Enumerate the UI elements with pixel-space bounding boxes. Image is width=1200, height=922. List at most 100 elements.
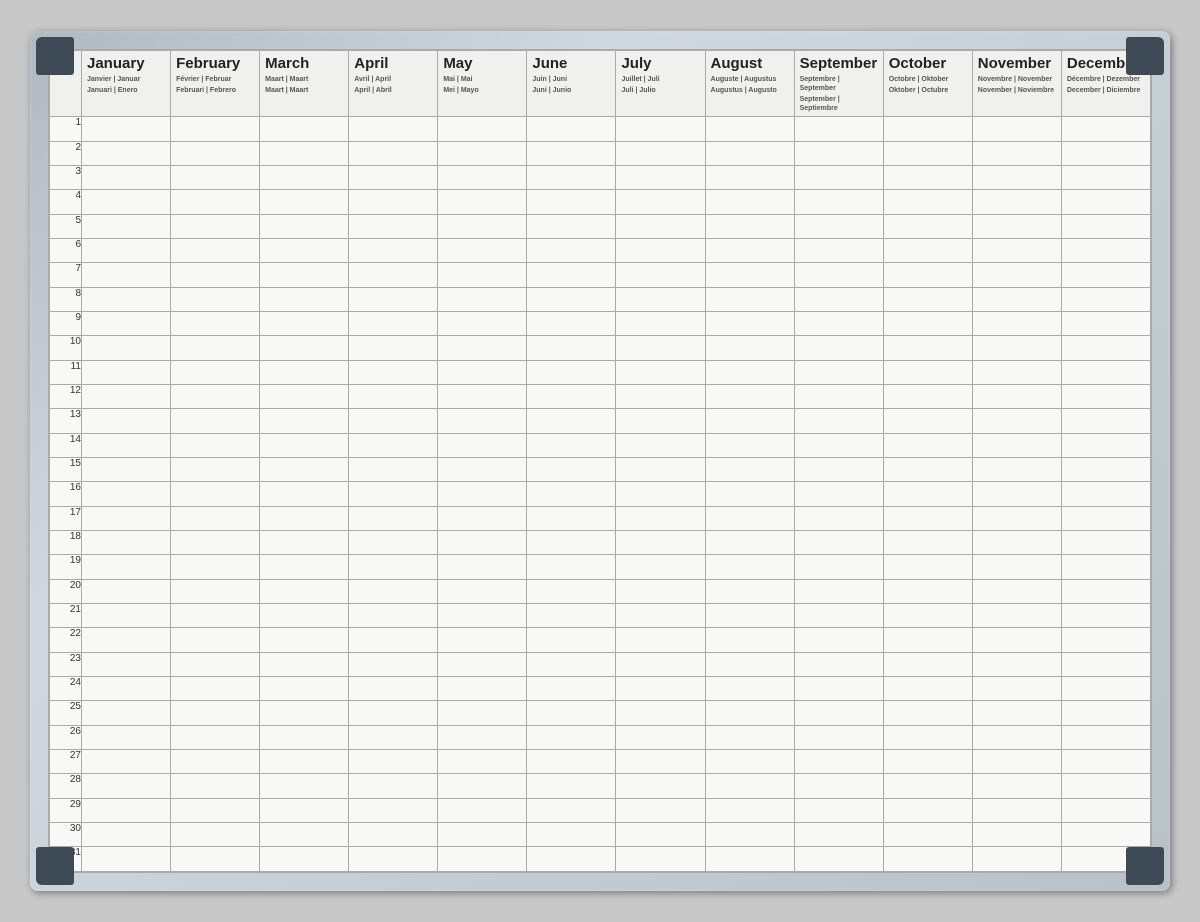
calendar-cell-october-25[interactable]: [883, 701, 972, 725]
calendar-cell-march-22[interactable]: [260, 628, 349, 652]
calendar-cell-october-4[interactable]: [883, 190, 972, 214]
calendar-cell-february-4[interactable]: [171, 190, 260, 214]
calendar-cell-april-30[interactable]: [349, 822, 438, 846]
calendar-cell-october-19[interactable]: [883, 555, 972, 579]
calendar-cell-december-20[interactable]: [1061, 579, 1150, 603]
calendar-cell-july-13[interactable]: [616, 409, 705, 433]
calendar-cell-january-25[interactable]: [82, 701, 171, 725]
calendar-cell-august-19[interactable]: [705, 555, 794, 579]
calendar-cell-august-9[interactable]: [705, 312, 794, 336]
calendar-cell-august-26[interactable]: [705, 725, 794, 749]
calendar-cell-june-18[interactable]: [527, 530, 616, 554]
calendar-cell-january-27[interactable]: [82, 749, 171, 773]
calendar-cell-may-19[interactable]: [438, 555, 527, 579]
calendar-cell-december-10[interactable]: [1061, 336, 1150, 360]
calendar-cell-june-30[interactable]: [527, 822, 616, 846]
calendar-cell-april-8[interactable]: [349, 287, 438, 311]
calendar-cell-april-6[interactable]: [349, 239, 438, 263]
calendar-cell-october-23[interactable]: [883, 652, 972, 676]
calendar-cell-april-18[interactable]: [349, 530, 438, 554]
calendar-cell-july-21[interactable]: [616, 603, 705, 627]
calendar-cell-may-2[interactable]: [438, 141, 527, 165]
calendar-cell-february-16[interactable]: [171, 482, 260, 506]
calendar-cell-february-25[interactable]: [171, 701, 260, 725]
calendar-cell-january-23[interactable]: [82, 652, 171, 676]
calendar-cell-march-12[interactable]: [260, 384, 349, 408]
calendar-cell-march-28[interactable]: [260, 774, 349, 798]
calendar-cell-january-2[interactable]: [82, 141, 171, 165]
calendar-cell-february-21[interactable]: [171, 603, 260, 627]
calendar-cell-october-20[interactable]: [883, 579, 972, 603]
calendar-cell-february-24[interactable]: [171, 676, 260, 700]
calendar-cell-december-3[interactable]: [1061, 166, 1150, 190]
calendar-cell-april-25[interactable]: [349, 701, 438, 725]
calendar-cell-september-23[interactable]: [794, 652, 883, 676]
calendar-cell-october-14[interactable]: [883, 433, 972, 457]
calendar-cell-october-5[interactable]: [883, 214, 972, 238]
calendar-cell-may-6[interactable]: [438, 239, 527, 263]
calendar-cell-april-5[interactable]: [349, 214, 438, 238]
calendar-cell-july-25[interactable]: [616, 701, 705, 725]
calendar-cell-july-15[interactable]: [616, 457, 705, 481]
calendar-cell-june-28[interactable]: [527, 774, 616, 798]
calendar-cell-september-5[interactable]: [794, 214, 883, 238]
calendar-cell-january-22[interactable]: [82, 628, 171, 652]
calendar-cell-september-13[interactable]: [794, 409, 883, 433]
calendar-cell-december-11[interactable]: [1061, 360, 1150, 384]
calendar-cell-may-23[interactable]: [438, 652, 527, 676]
calendar-cell-february-20[interactable]: [171, 579, 260, 603]
calendar-cell-may-25[interactable]: [438, 701, 527, 725]
calendar-cell-december-8[interactable]: [1061, 287, 1150, 311]
calendar-cell-october-16[interactable]: [883, 482, 972, 506]
calendar-cell-may-10[interactable]: [438, 336, 527, 360]
calendar-cell-january-13[interactable]: [82, 409, 171, 433]
calendar-cell-august-8[interactable]: [705, 287, 794, 311]
calendar-cell-september-4[interactable]: [794, 190, 883, 214]
calendar-cell-january-12[interactable]: [82, 384, 171, 408]
calendar-cell-october-3[interactable]: [883, 166, 972, 190]
calendar-cell-december-16[interactable]: [1061, 482, 1150, 506]
calendar-cell-november-19[interactable]: [972, 555, 1061, 579]
calendar-cell-january-3[interactable]: [82, 166, 171, 190]
calendar-cell-august-20[interactable]: [705, 579, 794, 603]
calendar-cell-march-20[interactable]: [260, 579, 349, 603]
calendar-cell-december-2[interactable]: [1061, 141, 1150, 165]
calendar-cell-october-9[interactable]: [883, 312, 972, 336]
calendar-cell-october-11[interactable]: [883, 360, 972, 384]
calendar-cell-may-21[interactable]: [438, 603, 527, 627]
calendar-cell-may-16[interactable]: [438, 482, 527, 506]
calendar-cell-september-25[interactable]: [794, 701, 883, 725]
calendar-cell-march-30[interactable]: [260, 822, 349, 846]
calendar-cell-august-28[interactable]: [705, 774, 794, 798]
calendar-cell-may-31[interactable]: [438, 847, 527, 872]
calendar-cell-november-9[interactable]: [972, 312, 1061, 336]
calendar-cell-february-12[interactable]: [171, 384, 260, 408]
calendar-cell-july-6[interactable]: [616, 239, 705, 263]
calendar-cell-november-18[interactable]: [972, 530, 1061, 554]
calendar-cell-april-2[interactable]: [349, 141, 438, 165]
calendar-cell-november-20[interactable]: [972, 579, 1061, 603]
calendar-cell-september-21[interactable]: [794, 603, 883, 627]
calendar-cell-january-7[interactable]: [82, 263, 171, 287]
calendar-cell-october-29[interactable]: [883, 798, 972, 822]
calendar-cell-may-13[interactable]: [438, 409, 527, 433]
calendar-cell-october-28[interactable]: [883, 774, 972, 798]
calendar-cell-november-21[interactable]: [972, 603, 1061, 627]
calendar-cell-march-5[interactable]: [260, 214, 349, 238]
calendar-cell-november-28[interactable]: [972, 774, 1061, 798]
calendar-cell-october-13[interactable]: [883, 409, 972, 433]
calendar-cell-june-4[interactable]: [527, 190, 616, 214]
calendar-cell-october-7[interactable]: [883, 263, 972, 287]
calendar-cell-june-3[interactable]: [527, 166, 616, 190]
calendar-cell-november-16[interactable]: [972, 482, 1061, 506]
calendar-cell-february-26[interactable]: [171, 725, 260, 749]
calendar-cell-september-31[interactable]: [794, 847, 883, 872]
calendar-cell-september-7[interactable]: [794, 263, 883, 287]
calendar-cell-may-27[interactable]: [438, 749, 527, 773]
calendar-cell-august-3[interactable]: [705, 166, 794, 190]
calendar-cell-november-4[interactable]: [972, 190, 1061, 214]
calendar-cell-april-9[interactable]: [349, 312, 438, 336]
calendar-cell-january-31[interactable]: [82, 847, 171, 872]
calendar-cell-may-11[interactable]: [438, 360, 527, 384]
calendar-cell-june-22[interactable]: [527, 628, 616, 652]
